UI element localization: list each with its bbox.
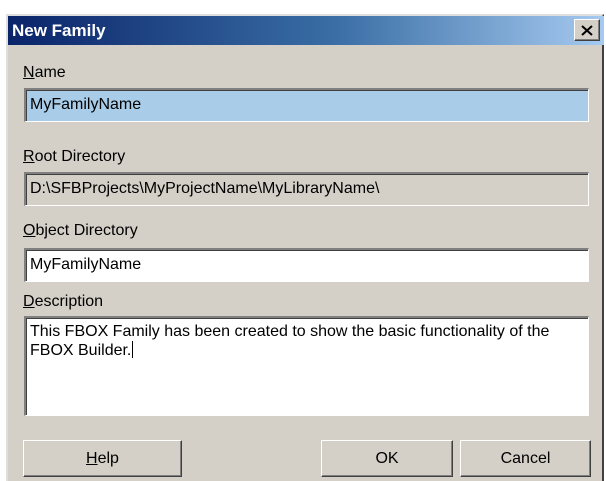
object-directory-input[interactable]: MyFamilyName <box>24 248 589 282</box>
description-text: This FBOX Family has been created to sho… <box>30 323 550 359</box>
title-bar[interactable]: New Family <box>8 16 604 45</box>
description-textarea[interactable]: This FBOX Family has been created to sho… <box>24 316 589 416</box>
name-label-rest: ame <box>34 64 66 81</box>
root-directory-label-rest: oot Directory <box>34 148 126 165</box>
name-label: Name <box>23 63 66 83</box>
root-directory-label-mnemonic: R <box>23 148 35 165</box>
close-button[interactable] <box>574 19 600 41</box>
object-directory-label-mnemonic: O <box>23 222 36 239</box>
ok-button[interactable]: OK <box>321 440 453 477</box>
root-directory-field: D:\SFBProjects\MyProjectName\MyLibraryNa… <box>24 172 589 206</box>
object-directory-label: Object Directory <box>23 221 138 241</box>
description-label: Description <box>23 292 103 312</box>
help-button-label: elp <box>97 449 119 467</box>
new-family-dialog: New Family Name MyFamilyName Root Direct… <box>6 14 604 481</box>
help-button-mnemonic: H <box>86 449 98 467</box>
help-button[interactable]: Help <box>23 440 182 477</box>
name-input[interactable]: MyFamilyName <box>24 88 589 122</box>
dialog-title: New Family <box>12 21 106 40</box>
object-directory-label-rest: bject Directory <box>35 222 138 239</box>
cancel-button[interactable]: Cancel <box>460 440 591 477</box>
description-label-mnemonic: D <box>23 293 35 310</box>
text-caret <box>132 341 134 358</box>
close-icon <box>581 24 593 36</box>
name-label-mnemonic: N <box>23 64 35 81</box>
description-label-rest: escription <box>34 293 104 310</box>
root-directory-label: Root Directory <box>23 147 125 167</box>
